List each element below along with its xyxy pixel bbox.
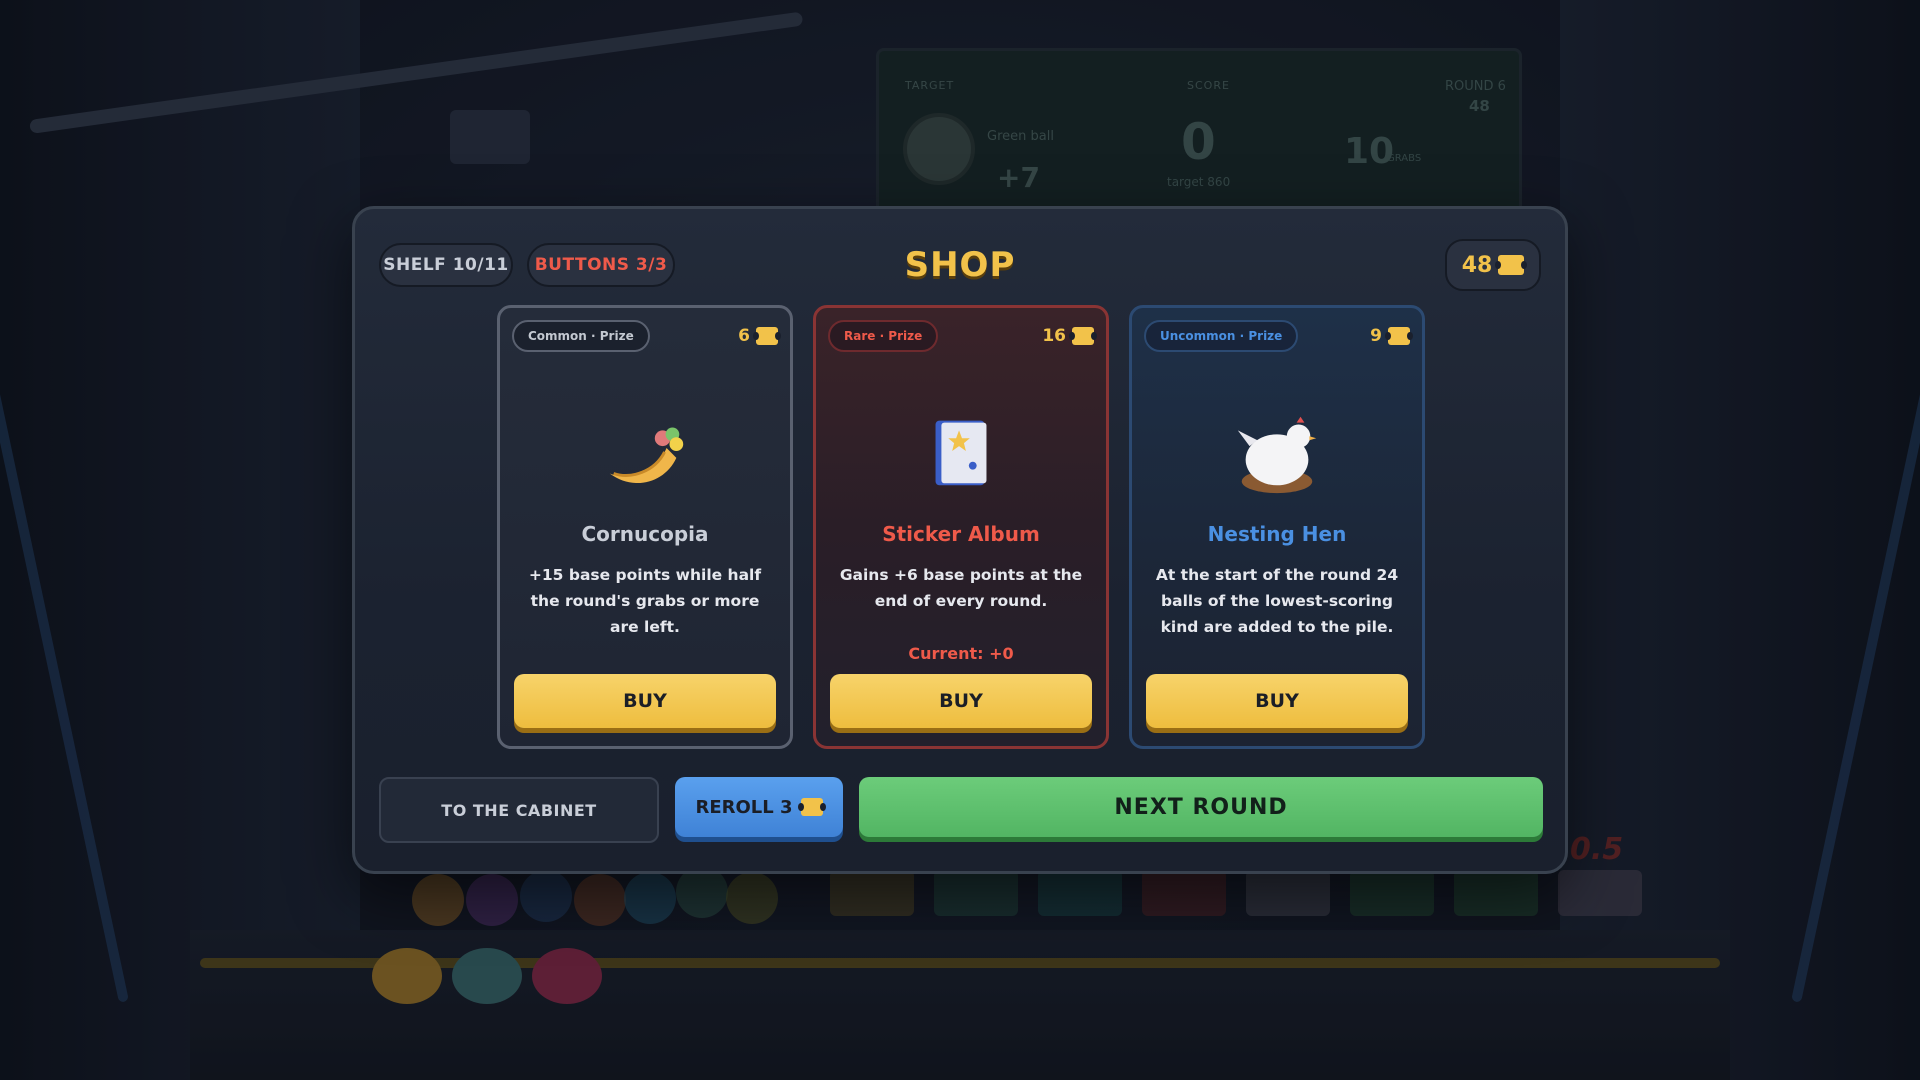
item-description: +15 base points while half the round's g… [528,566,762,636]
cornucopia-icon [609,427,684,484]
next-round-button[interactable]: NEXT ROUND [859,777,1543,837]
reroll-button[interactable]: REROLL 3 [675,777,843,837]
item-description: At the start of the round 24 balls of th… [1155,566,1399,636]
buy-button[interactable]: BUY [830,674,1092,728]
buy-button[interactable]: BUY [1146,674,1408,728]
reroll-label: REROLL 3 [695,796,793,818]
ticket-icon [797,798,826,816]
rarity-badge: Common · Prize [512,320,650,352]
item-price: 9 [1370,326,1413,346]
ticket-icon [1495,255,1528,275]
ticket-icon [1385,327,1413,345]
item-price-value: 16 [1042,326,1066,346]
item-price: 6 [738,326,781,346]
shop-panel: SHELF 10/11 BUTTONS 3/3 SHOP 48 Common ·… [352,206,1568,874]
shop-card-nesting-hen[interactable]: Uncommon · Prize 9 Nesting Hen At the st… [1129,305,1425,749]
ticket-icon [1069,327,1097,345]
buy-button[interactable]: BUY [514,674,776,728]
sticker-album-icon [935,420,987,486]
item-name: Nesting Hen [1207,522,1347,546]
ticket-icon [753,327,781,345]
item-price-value: 9 [1370,326,1382,346]
item-name: Cornucopia [581,522,709,546]
to-the-cabinet-button[interactable]: TO THE CABINET [379,777,659,843]
item-price-value: 6 [738,326,750,346]
nesting-hen-icon [1237,416,1317,494]
shop-card-sticker-album[interactable]: Rare · Prize 16 Sticker Album Gains +6 b… [813,305,1109,749]
item-name: Sticker Album [882,522,1040,546]
rarity-badge: Rare · Prize [828,320,939,352]
item-current: Current: +0 [908,644,1014,663]
rarity-badge: Uncommon · Prize [1144,320,1299,352]
item-description: Gains +6 base points at the end of every… [839,566,1083,610]
ticket-balance: 48 [1445,239,1541,291]
shop-card-cornucopia[interactable]: Common · Prize 6 Cornucopia +15 base poi… [497,305,793,749]
ticket-balance-value: 48 [1461,252,1493,278]
shop-title: SHOP [904,245,1016,285]
item-price: 16 [1042,326,1097,346]
